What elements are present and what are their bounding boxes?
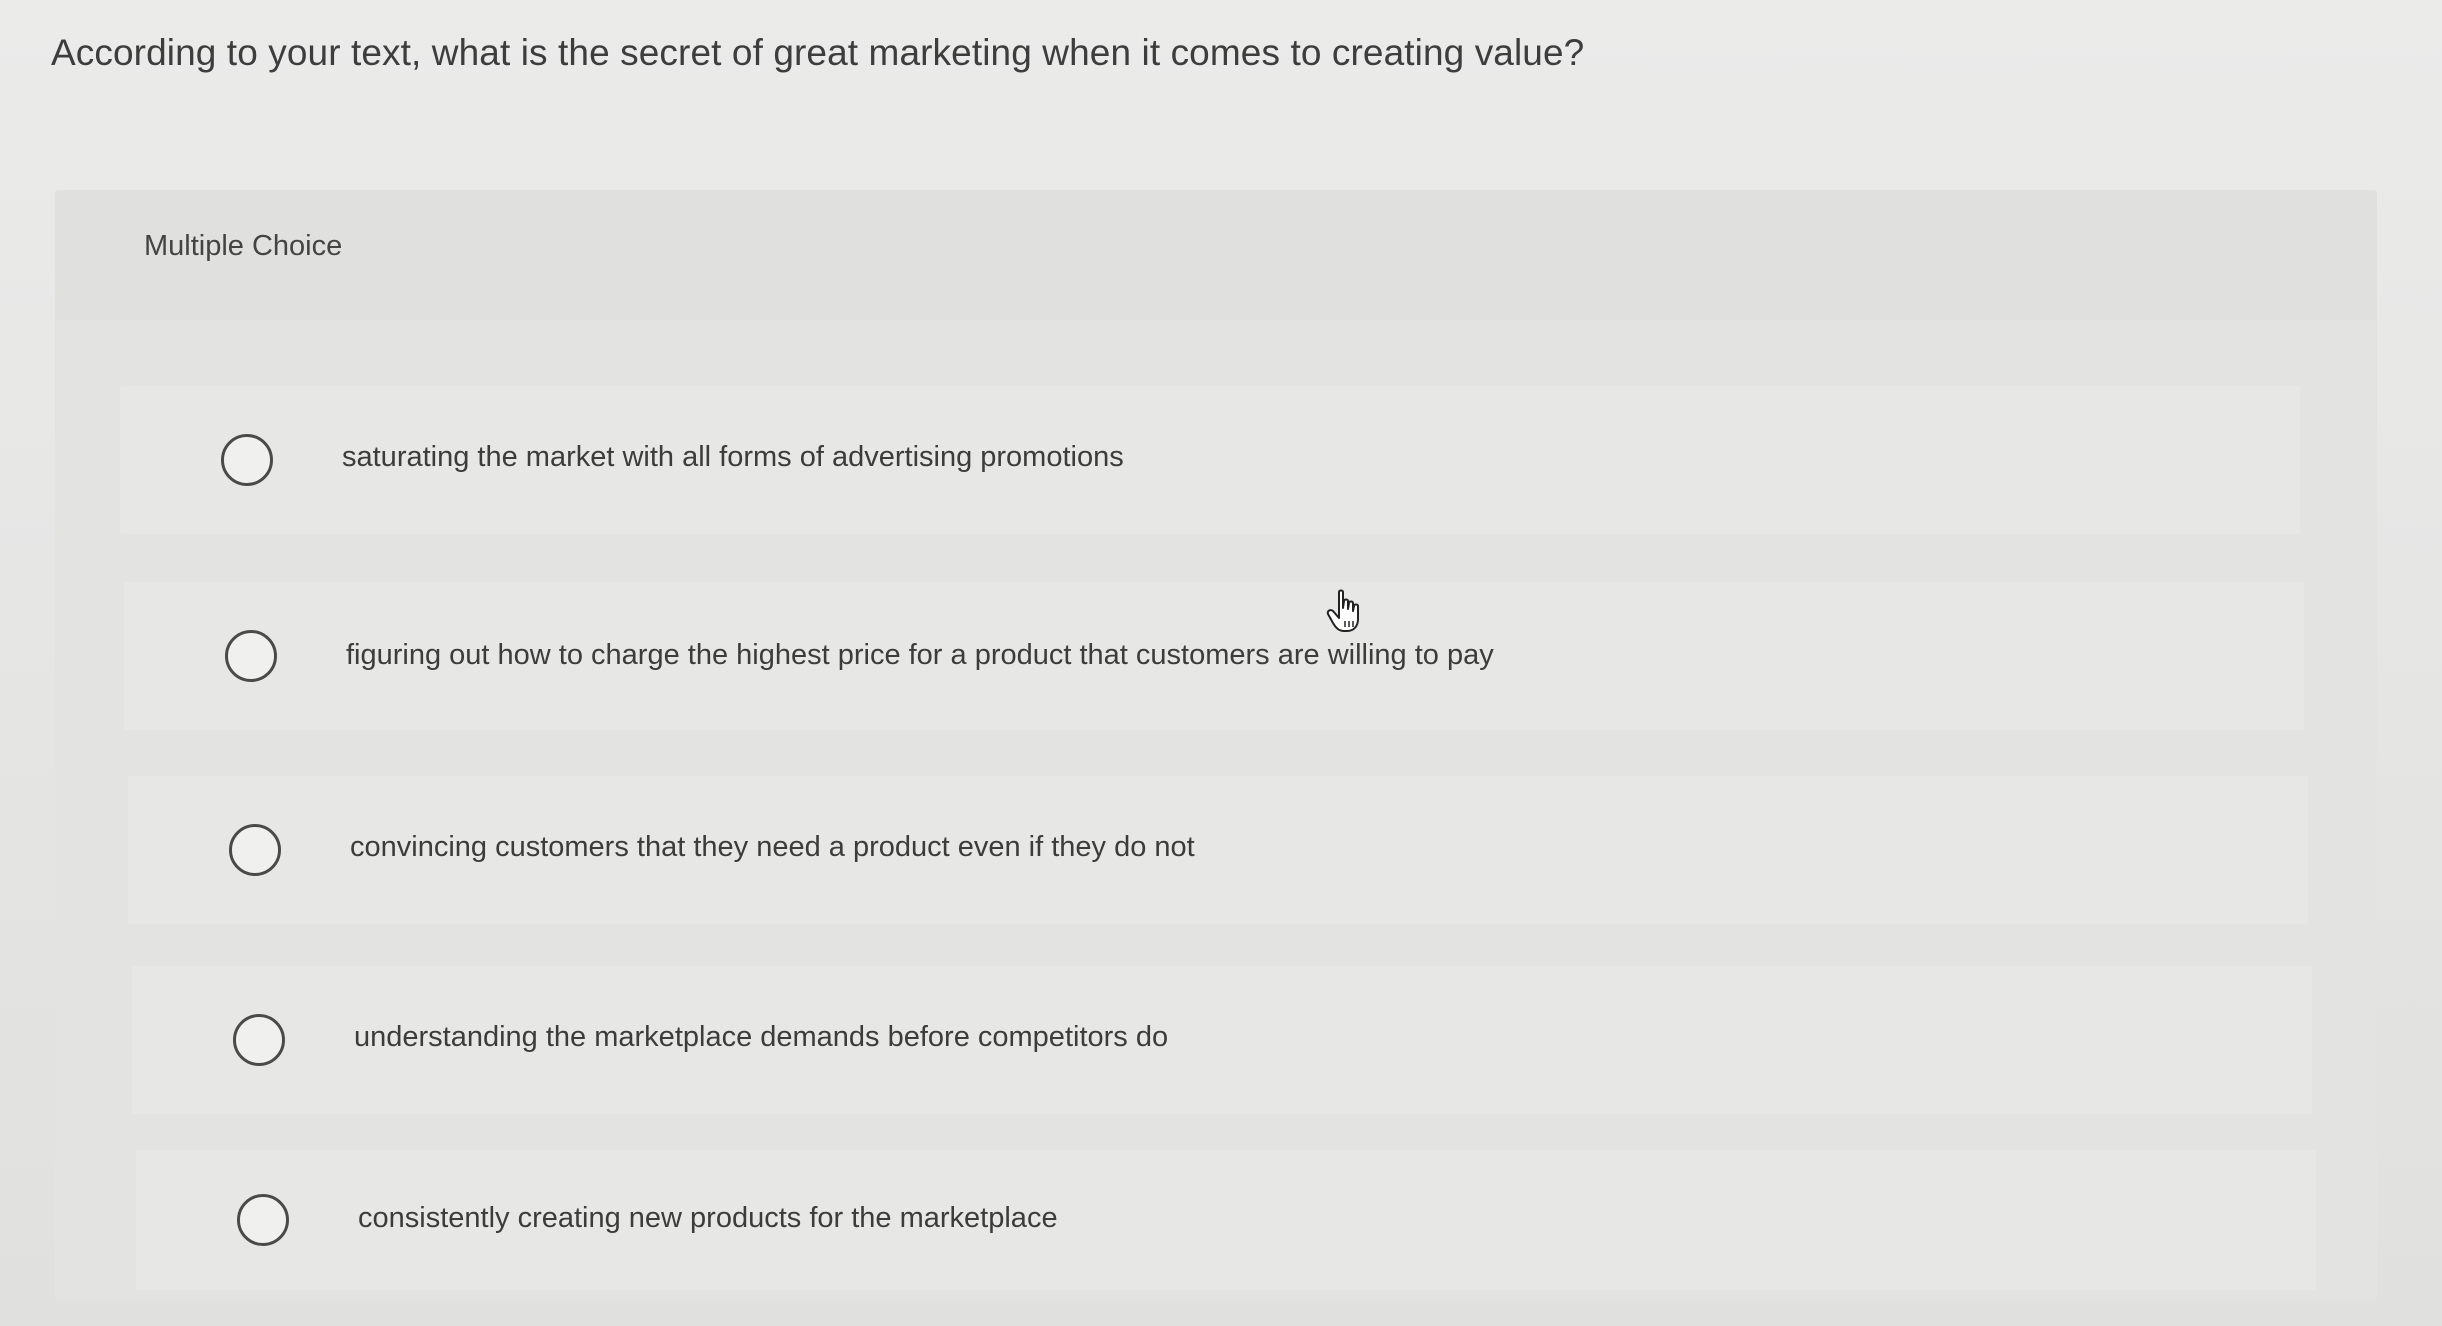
hand-pointer-icon [1326,589,1359,632]
radio-button[interactable] [233,1014,285,1066]
answer-option-label: saturating the market with all forms of … [342,441,1124,473]
multiple-choice-panel: Multiple Choice saturating the market wi… [55,190,2377,1300]
answer-option-label: convincing customers that they need a pr… [350,831,1195,863]
answer-option-label: understanding the marketplace demands be… [354,1021,1169,1053]
radio-button[interactable] [221,434,273,486]
answer-option-label: figuring out how to charge the highest p… [346,639,1494,671]
answer-option-3[interactable]: convincing customers that they need a pr… [128,776,2308,924]
question-text: According to your text, what is the secr… [51,32,1585,73]
question-type-label: Multiple Choice [144,230,343,262]
answer-option-label: consistently creating new products for t… [358,1202,1058,1234]
answer-option-4[interactable]: understanding the marketplace demands be… [132,966,2312,1114]
radio-button[interactable] [237,1194,289,1246]
answer-option-1[interactable]: saturating the market with all forms of … [120,386,2300,534]
radio-button[interactable] [225,630,277,682]
answer-option-2[interactable]: figuring out how to charge the highest p… [124,582,2304,730]
panel-header: Multiple Choice [55,190,2377,320]
radio-button[interactable] [229,824,281,876]
answer-option-5[interactable]: consistently creating new products for t… [136,1150,2316,1290]
